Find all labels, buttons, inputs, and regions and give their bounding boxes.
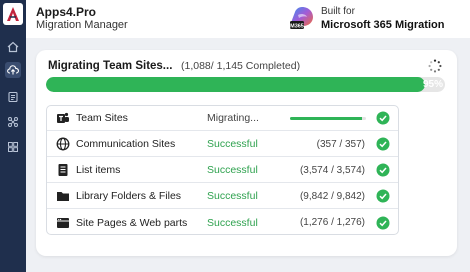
- overall-progress-fill: [46, 77, 426, 92]
- sidebar-rail: [0, 0, 26, 272]
- table-row-list-items: List items Successful (3,574 / 3,574): [47, 158, 398, 183]
- cloud-upload-icon[interactable]: [5, 62, 21, 78]
- built-for-label: Built for: [321, 6, 355, 17]
- check-circle-icon: [376, 163, 390, 177]
- m365-badge-label: M365: [290, 23, 304, 29]
- overall-progress-bar: [46, 77, 445, 92]
- folder-icon: [56, 189, 70, 203]
- pages-icon: [56, 216, 70, 230]
- apps4pro-logo-icon: [7, 7, 19, 21]
- connections-icon[interactable]: [5, 114, 21, 130]
- row-count: (1,276 / 1,276): [299, 217, 365, 228]
- row-status: Successful: [207, 138, 258, 150]
- app-subtitle: Migration Manager: [36, 19, 128, 31]
- row-name: Site Pages & Web parts: [76, 216, 188, 229]
- table-row-communication-sites: Communication Sites Successful (357 / 35…: [47, 132, 398, 157]
- microsoft-365-logo-icon: M365: [290, 7, 313, 29]
- teams-icon: [56, 111, 70, 125]
- globe-icon: [56, 137, 70, 151]
- row-count: (3,574 / 3,574): [299, 164, 365, 176]
- row-name: List items: [76, 164, 121, 176]
- app-header: Apps4.Pro Migration Manager M365 Built f…: [26, 0, 470, 38]
- product-name: Microsoft 365 Migration: [321, 19, 445, 31]
- check-circle-icon: [376, 216, 390, 229]
- row-name: Library Folders & Files: [76, 190, 182, 202]
- row-status: Successful: [207, 216, 258, 229]
- row-count: (9,842 / 9,842): [299, 190, 365, 202]
- check-circle-icon: [376, 189, 390, 203]
- list-icon: [56, 163, 70, 177]
- row-progress-bar: [290, 117, 366, 120]
- migration-status-card: Migrating Team Sites... (1,088/ 1,145 Co…: [36, 50, 457, 256]
- job-completed-count: (1,088/ 1,145 Completed): [181, 60, 301, 72]
- row-progress-fill: [290, 117, 363, 120]
- app-title: Apps4.Pro: [36, 5, 97, 19]
- table-row-site-pages-web-parts: Site Pages & Web parts Successful (1,276…: [47, 210, 398, 234]
- check-circle-icon: [376, 137, 390, 151]
- check-circle-icon: [376, 111, 390, 125]
- row-count: (357 / 357): [316, 138, 365, 150]
- migration-items-table: Team Sites Migrating... Communication Si…: [46, 105, 399, 235]
- row-name: Team Sites: [76, 112, 128, 124]
- row-name: Communication Sites: [76, 138, 176, 150]
- table-row-team-sites: Team Sites Migrating...: [47, 106, 398, 131]
- grid-icon[interactable]: [5, 139, 21, 155]
- row-status: Successful: [207, 164, 258, 176]
- job-title: Migrating Team Sites...: [48, 60, 173, 72]
- apps4pro-logo[interactable]: [3, 3, 23, 25]
- home-icon[interactable]: [5, 39, 21, 55]
- report-icon[interactable]: [5, 89, 21, 105]
- loading-spinner-icon: [428, 59, 442, 73]
- table-row-library-folders-files: Library Folders & Files Successful (9,84…: [47, 184, 398, 209]
- overall-progress-percent: 95%: [422, 79, 443, 90]
- row-status: Successful: [207, 190, 258, 202]
- row-status: Migrating...: [207, 112, 259, 124]
